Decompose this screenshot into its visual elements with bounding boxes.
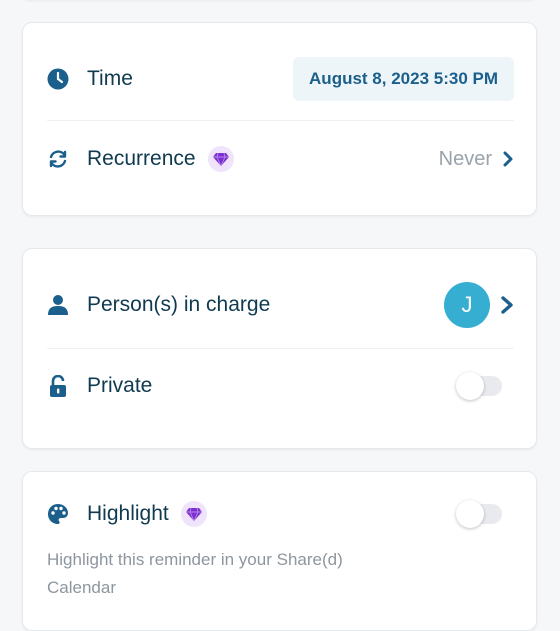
- toggle-knob: [456, 500, 484, 528]
- time-row[interactable]: Time August 8, 2023 5:30 PM: [23, 57, 536, 101]
- time-label: Time: [87, 67, 133, 90]
- recurrence-label: Recurrence: [87, 147, 196, 170]
- toggle-knob: [456, 372, 484, 400]
- recurrence-row[interactable]: Recurrence Never: [23, 137, 536, 181]
- highlight-card: Highlight Highlight this reminder in you…: [22, 471, 537, 631]
- assignment-card: Person(s) in charge J Private: [22, 248, 537, 449]
- chevron-right-icon: [500, 295, 514, 315]
- private-toggle[interactable]: [456, 372, 502, 400]
- schedule-card: Time August 8, 2023 5:30 PM Recurrence N…: [22, 22, 537, 216]
- highlight-toggle[interactable]: [456, 500, 502, 528]
- refresh-icon: [47, 148, 69, 170]
- clock-icon: [47, 68, 69, 90]
- highlight-row: Highlight: [23, 492, 536, 536]
- avatar[interactable]: J: [444, 282, 490, 328]
- chevron-right-icon: [502, 151, 514, 167]
- person-label: Person(s) in charge: [87, 293, 271, 316]
- diamond-icon: [207, 146, 234, 172]
- diamond-icon: [180, 501, 207, 527]
- lock-icon: [47, 375, 69, 397]
- person-row[interactable]: Person(s) in charge J: [23, 281, 536, 329]
- private-label: Private: [87, 374, 153, 397]
- divider: [47, 348, 514, 349]
- highlight-label: Highlight: [87, 502, 169, 525]
- highlight-description: Highlight this reminder in your Share(d)…: [47, 550, 343, 597]
- private-row: Private: [23, 364, 536, 408]
- person-icon: [47, 294, 69, 316]
- recurrence-value: Never: [438, 147, 492, 170]
- palette-icon: [47, 503, 69, 525]
- divider: [47, 120, 514, 121]
- time-value-button[interactable]: August 8, 2023 5:30 PM: [293, 57, 514, 101]
